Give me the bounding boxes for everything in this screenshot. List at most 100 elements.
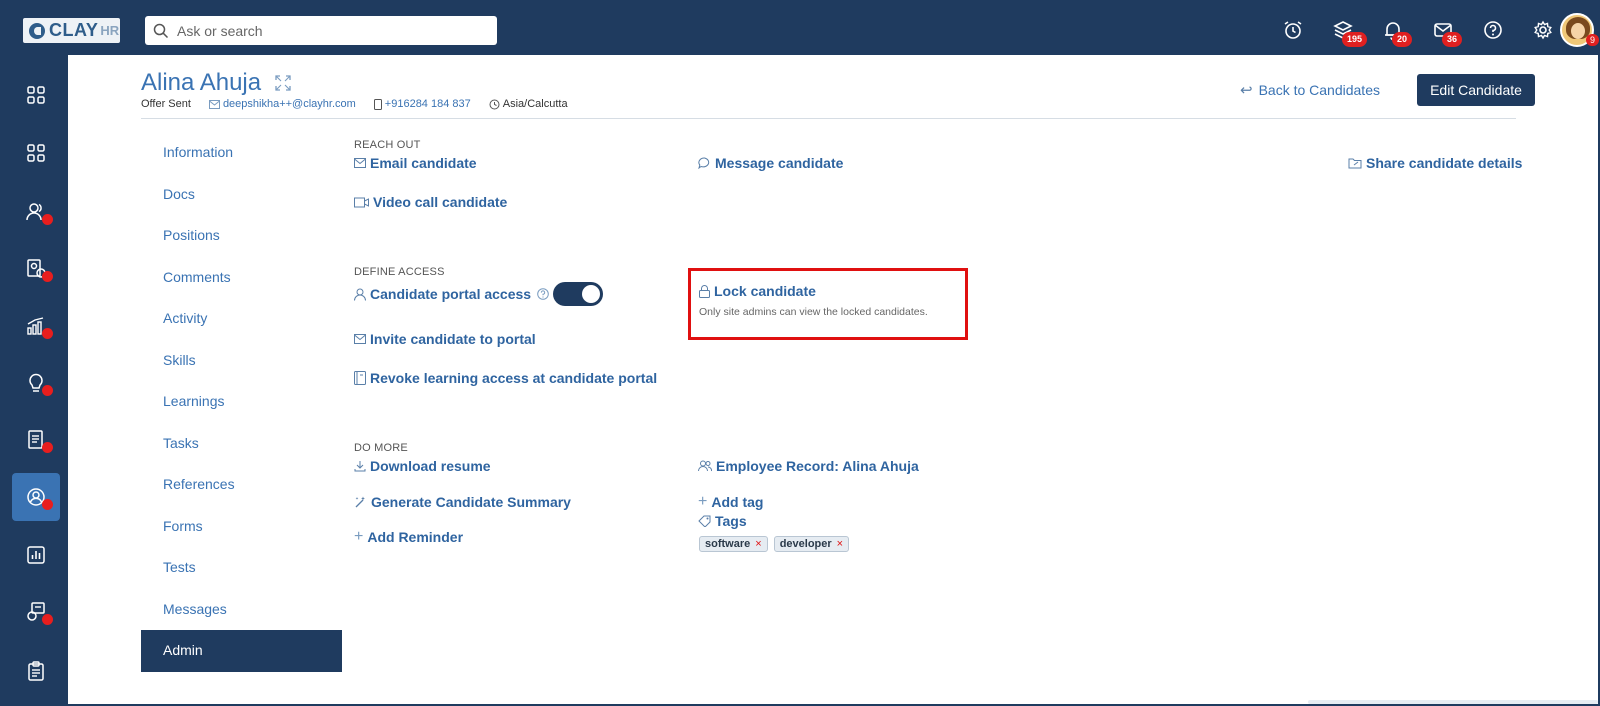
notification-dot	[42, 271, 53, 282]
download-icon	[354, 461, 366, 472]
avatar-face	[1571, 23, 1585, 39]
magic-wand-icon	[355, 496, 365, 507]
main-content: Alina Ahuja Offer Sent deepshikha++@clay…	[68, 55, 1598, 704]
grid-icon	[27, 144, 45, 162]
sidebar-recruit[interactable]	[12, 245, 60, 293]
add-tag-link[interactable]: + Add tag	[698, 493, 763, 511]
lock-icon	[699, 284, 710, 298]
download-resume-link[interactable]: Download resume	[354, 458, 491, 474]
grid-icon	[27, 86, 45, 104]
revoke-learning-label: Revoke learning access at candidate port…	[370, 370, 658, 386]
candidate-phone[interactable]: +916284 184 837	[373, 98, 471, 110]
help-icon[interactable]	[1468, 18, 1518, 42]
mail-badge: 36	[1442, 32, 1463, 47]
sidebar-documents[interactable]	[12, 416, 60, 464]
add-tag-label: Add tag	[711, 494, 764, 510]
message-candidate-link[interactable]: Message candidate	[698, 155, 843, 171]
nav-references[interactable]: References	[141, 464, 342, 506]
download-resume-label: Download resume	[370, 458, 491, 474]
generate-summary-link[interactable]: Generate Candidate Summary	[354, 494, 571, 510]
candidate-nav: Information Docs Positions Comments Acti…	[141, 132, 342, 672]
sidebar-apps[interactable]	[12, 129, 60, 177]
tags-label: Tags	[715, 513, 747, 529]
employee-record-label: Employee Record: Alina Ahuja	[716, 458, 919, 474]
share-folder-icon	[1348, 158, 1362, 169]
remove-tag-icon[interactable]: ×	[755, 538, 761, 550]
tag-chip: developer ×	[773, 536, 850, 552]
revoke-learning-link[interactable]: Revoke learning access at candidate port…	[354, 370, 657, 386]
add-reminder-label: Add Reminder	[367, 529, 464, 545]
sidebar-clipboard[interactable]	[12, 647, 60, 695]
edit-candidate-button[interactable]: Edit Candidate	[1417, 74, 1535, 106]
candidate-status: Offer Sent	[141, 98, 191, 110]
users-icon	[698, 460, 712, 472]
nav-positions[interactable]: Positions	[141, 215, 342, 257]
video-call-label: Video call candidate	[373, 194, 508, 210]
lock-candidate-link[interactable]: Lock candidate	[699, 283, 816, 299]
nav-forms[interactable]: Forms	[141, 506, 342, 548]
notification-dot	[42, 499, 53, 510]
bell-icon[interactable]: 20	[1368, 18, 1418, 47]
nav-activity[interactable]: Activity	[141, 298, 342, 340]
notification-dot	[42, 614, 53, 625]
share-candidate-link[interactable]: Share candidate details	[1348, 155, 1522, 171]
back-to-candidates-link[interactable]: ↩ Back to Candidates	[1240, 81, 1380, 99]
add-reminder-link[interactable]: + Add Reminder	[354, 528, 463, 546]
mail-icon	[354, 334, 366, 344]
logo-text: CLAY	[49, 20, 99, 40]
chat-icon	[698, 157, 710, 169]
nav-docs[interactable]: Docs	[141, 174, 342, 216]
tag-chip: software ×	[699, 536, 768, 552]
email-candidate-link[interactable]: Email candidate	[354, 155, 477, 171]
mail-icon[interactable]: 36	[1418, 18, 1468, 47]
bell-badge: 20	[1392, 32, 1413, 47]
expand-icon[interactable]	[275, 75, 291, 91]
search-input[interactable]	[177, 22, 477, 39]
logo-text-secondary: HR	[100, 23, 120, 38]
phone-icon	[373, 98, 382, 110]
logo-mark-icon	[29, 22, 45, 39]
lock-candidate-highlight	[688, 268, 968, 340]
toggle-knob	[582, 285, 600, 303]
portal-access-toggle[interactable]	[553, 282, 603, 306]
sidebar-performance[interactable]	[12, 302, 60, 350]
email-candidate-label: Email candidate	[370, 155, 477, 171]
tag-text: developer	[779, 538, 832, 550]
sidebar-candidates[interactable]	[12, 473, 60, 521]
bottom-scroll-indicator	[1308, 700, 1598, 704]
nav-skills[interactable]: Skills	[141, 340, 342, 382]
video-call-link[interactable]: Video call candidate	[354, 194, 507, 210]
employee-record-link[interactable]: Employee Record: Alina Ahuja	[698, 458, 919, 474]
invite-portal-label: Invite candidate to portal	[370, 331, 536, 347]
alarm-icon[interactable]	[1268, 18, 1318, 42]
sidebar-support[interactable]	[12, 588, 60, 636]
sidebar-reports[interactable]	[12, 531, 60, 579]
notification-dot	[42, 442, 53, 453]
sidebar-ideas[interactable]	[12, 359, 60, 407]
invite-portal-link[interactable]: Invite candidate to portal	[354, 331, 536, 347]
nav-comments[interactable]: Comments	[141, 257, 342, 299]
nav-information[interactable]: Information	[141, 132, 342, 174]
nav-learnings[interactable]: Learnings	[141, 381, 342, 423]
nav-messages[interactable]: Messages	[141, 589, 342, 631]
candidate-name: Alina Ahuja	[141, 69, 262, 96]
help-icon[interactable]	[537, 288, 549, 300]
video-icon	[354, 197, 369, 207]
candidate-timezone: Asia/Calcutta	[489, 98, 568, 110]
nav-admin[interactable]: Admin	[141, 630, 342, 672]
layers-icon[interactable]: 195	[1318, 18, 1368, 47]
nav-tasks[interactable]: Tasks	[141, 423, 342, 465]
nav-tests[interactable]: Tests	[141, 547, 342, 589]
do-more-title: DO MORE	[354, 442, 408, 454]
candidate-email[interactable]: deepshikha++@clayhr.com	[208, 98, 356, 110]
message-candidate-label: Message candidate	[715, 155, 844, 171]
remove-tag-icon[interactable]: ×	[837, 538, 843, 550]
search-box[interactable]	[145, 16, 497, 45]
book-icon	[354, 371, 366, 385]
sidebar-dashboard[interactable]	[12, 71, 60, 119]
clayhr-logo[interactable]: CLAY HR	[23, 18, 120, 43]
sidebar-people[interactable]	[12, 188, 60, 236]
arrow-left-icon: ↩	[1240, 82, 1253, 99]
left-sidebar	[0, 57, 68, 706]
candidate-timezone-text: Asia/Calcutta	[502, 98, 568, 110]
